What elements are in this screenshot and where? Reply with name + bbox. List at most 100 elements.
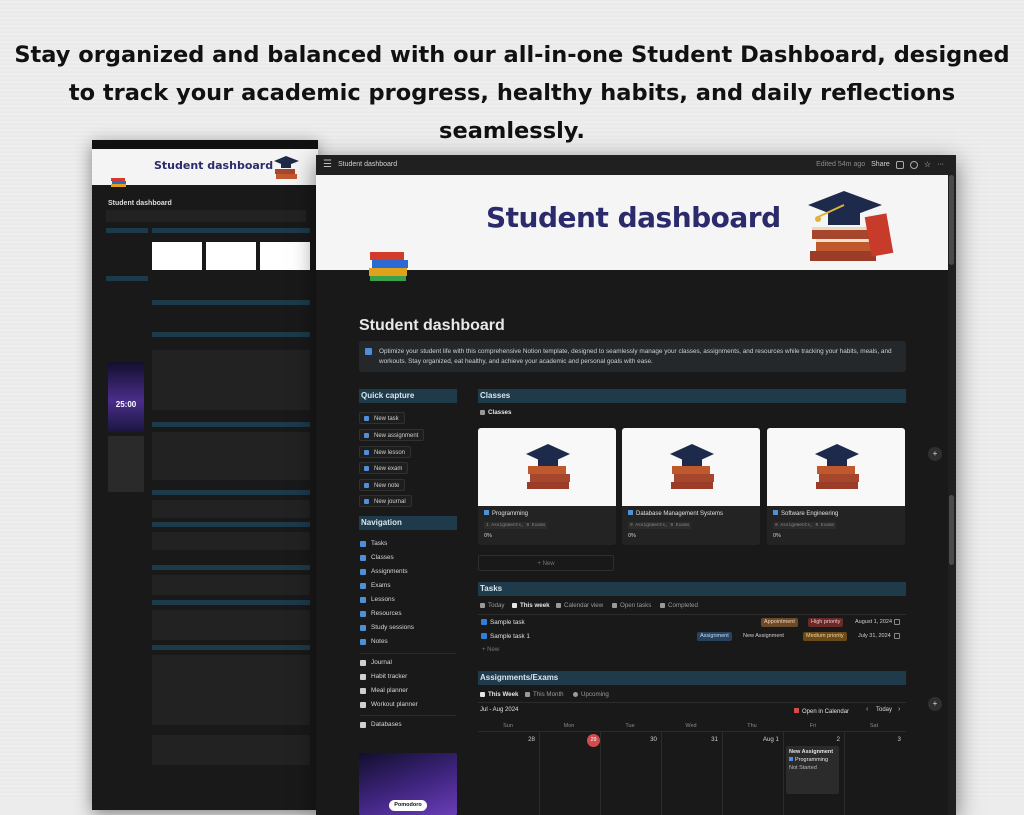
tab-this-month[interactable]: This Month — [525, 690, 564, 700]
share-button[interactable]: Share — [871, 161, 890, 168]
day-of-week: Wed — [685, 723, 697, 729]
nav-label: Notes — [371, 638, 388, 645]
class-name-text: Programming — [492, 511, 529, 517]
calendar-icon — [480, 691, 485, 697]
pomodoro-widget[interactable]: Pomodoro — [359, 753, 457, 815]
nav-exams[interactable]: Exams — [360, 581, 391, 591]
pomodoro-button[interactable]: Pomodoro — [389, 800, 427, 811]
dashboard-window: ☰ Student dashboard Edited 54m ago Share… — [316, 155, 956, 815]
nav-label: Resources — [371, 610, 402, 617]
small-pomodoro: 25:00 — [108, 362, 144, 432]
open-in-calendar-button[interactable]: Open in Calendar — [794, 707, 849, 717]
day-of-week: Thu — [747, 723, 757, 729]
class-card-cover — [767, 428, 905, 506]
headline: Stay organized and balanced with our all… — [14, 42, 1010, 144]
day-of-week: Sun — [503, 723, 513, 729]
class-counts: 0 Assignments, 0 Exams — [773, 522, 837, 529]
nav-study-sessions[interactable]: Study sessions — [360, 623, 414, 633]
today-button[interactable]: Today — [876, 707, 892, 713]
books-icon — [369, 252, 408, 281]
class-progress: 0% — [628, 533, 636, 539]
nav-resources[interactable]: Resources — [360, 609, 402, 619]
task-name: Sample task 1 — [490, 633, 530, 640]
new-assignment-button[interactable]: New assignment — [359, 429, 425, 441]
tab-label: Classes — [488, 409, 512, 416]
scrollbar-thumb[interactable] — [949, 175, 954, 265]
more-icon[interactable]: ··· — [937, 161, 944, 168]
small-meals-calendar — [152, 655, 310, 725]
breadcrumb[interactable]: Student dashboard — [338, 161, 397, 168]
gallery-icon — [480, 409, 485, 415]
tab-label: Calendar view — [564, 602, 604, 609]
task-done-checkbox[interactable] — [894, 633, 900, 639]
plus-icon — [364, 433, 369, 438]
event-class: Programming — [789, 756, 836, 764]
comment-icon[interactable] — [895, 160, 904, 169]
next-week-icon[interactable]: › — [898, 706, 900, 713]
history-icon[interactable] — [909, 160, 918, 169]
tab-label: This Month — [533, 691, 564, 698]
class-card[interactable]: Database Management Systems 0 Assignment… — [622, 428, 760, 545]
calendar-icon — [556, 602, 561, 608]
new-exam-button[interactable]: New exam — [359, 462, 409, 474]
nav-label: Assignments — [371, 568, 408, 575]
tab-completed[interactable]: Completed — [660, 601, 698, 611]
nav-habit-tracker[interactable]: Habit tracker — [360, 672, 407, 682]
new-note-button[interactable]: New note — [359, 479, 406, 491]
nav-notes[interactable]: Notes — [360, 637, 388, 647]
scrollbar[interactable] — [948, 175, 956, 815]
button-label: New lesson — [374, 450, 406, 456]
tab-open-tasks[interactable]: Open tasks — [612, 601, 651, 611]
calendar-event[interactable]: New Assignment Programming Not Started — [786, 746, 839, 794]
task-name: Sample task — [490, 619, 525, 626]
nav-databases[interactable]: Databases — [360, 720, 402, 730]
nav-journal[interactable]: Journal — [360, 658, 392, 668]
tab-upcoming[interactable]: Upcoming — [573, 690, 609, 700]
new-task-button[interactable]: New task — [359, 412, 405, 424]
small-classes-header — [152, 228, 310, 233]
menu-icon[interactable]: ☰ — [323, 159, 332, 170]
tab-this-week-cal[interactable]: This Week — [480, 690, 519, 700]
small-class-card — [260, 242, 310, 270]
class-card[interactable]: Software Engineering 0 Assignments, 0 Ex… — [767, 428, 905, 545]
nav-lessons[interactable]: Lessons — [360, 595, 395, 605]
new-class-button[interactable]: + New — [478, 555, 614, 571]
small-music-player — [108, 436, 144, 492]
task-done-checkbox[interactable] — [894, 619, 900, 625]
class-progress: 0% — [773, 533, 781, 539]
prev-week-icon[interactable]: ‹ — [866, 706, 868, 713]
new-journal-button[interactable]: New journal — [359, 495, 412, 507]
new-lesson-button[interactable]: New lesson — [359, 446, 412, 458]
task-checkbox-icon[interactable] — [481, 633, 487, 639]
event-title: New Assignment — [789, 749, 834, 755]
scrollbar-thumb-secondary[interactable] — [949, 495, 954, 565]
nav-workout-planner[interactable]: Workout planner — [360, 700, 418, 710]
button-label: New exam — [374, 466, 403, 472]
assignments-header: Assignments/Exams — [478, 671, 906, 685]
add-block-icon[interactable]: + — [928, 447, 942, 461]
tab-calendar-view[interactable]: Calendar view — [556, 601, 603, 611]
day-of-week: Mon — [563, 723, 575, 729]
classes-view-tab[interactable]: Classes — [480, 408, 511, 418]
nav-divider — [360, 715, 456, 716]
star-icon[interactable]: ☆ — [924, 160, 931, 169]
task-assignment-link[interactable]: New Assignment — [740, 632, 787, 641]
nav-tasks[interactable]: Tasks — [360, 539, 387, 549]
task-row[interactable]: Sample task 1 Assignment New Assignment … — [478, 630, 904, 643]
nav-meal-planner[interactable]: Meal planner — [360, 686, 408, 696]
tab-this-week[interactable]: This week — [512, 601, 550, 611]
tab-today[interactable]: Today — [480, 601, 505, 611]
task-checkbox-icon[interactable] — [481, 619, 487, 625]
class-name: Software Engineering — [773, 510, 838, 517]
class-card[interactable]: Programming 1 Assignments, 0 Exams 0% — [478, 428, 616, 545]
new-task-row[interactable]: + New — [482, 647, 499, 653]
task-row[interactable]: Sample task Appointment High priority Au… — [478, 616, 904, 629]
quick-capture-header: Quick capture — [359, 389, 457, 403]
list-icon — [612, 602, 617, 608]
add-block-icon[interactable]: + — [928, 697, 942, 711]
nav-assignments[interactable]: Assignments — [360, 567, 408, 577]
nav-classes[interactable]: Classes — [360, 553, 394, 563]
button-label: Open in Calendar — [802, 709, 850, 715]
small-callout — [106, 210, 306, 222]
button-label: New assignment — [374, 433, 419, 439]
